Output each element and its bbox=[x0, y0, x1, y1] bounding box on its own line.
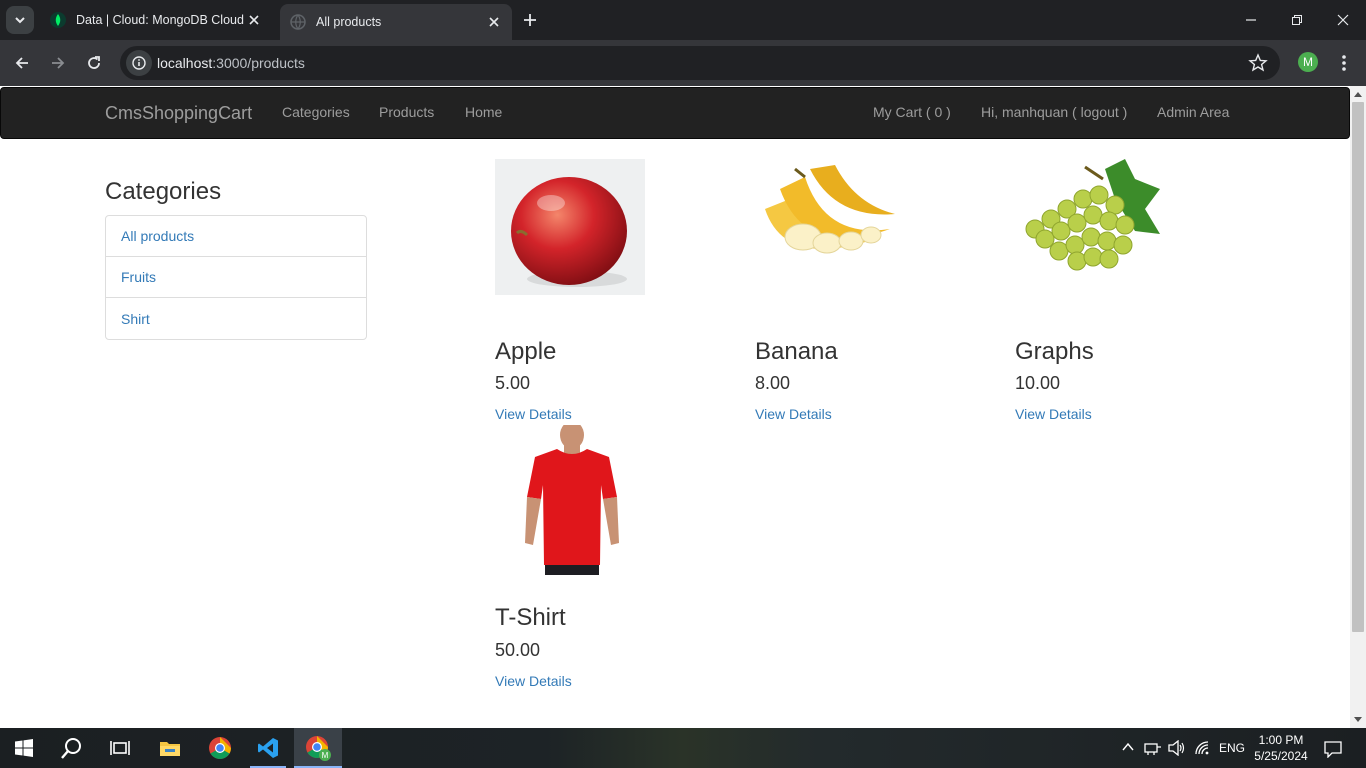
language-indicator[interactable]: ENG bbox=[1219, 741, 1245, 755]
close-icon bbox=[1337, 14, 1349, 26]
view-details-link[interactable]: View Details bbox=[495, 406, 572, 422]
product-price: 50.00 bbox=[495, 640, 541, 660]
task-view-icon bbox=[110, 741, 130, 755]
tab-all-products[interactable]: All products bbox=[280, 4, 512, 40]
browser-toolbar: localhost:3000/products M bbox=[0, 40, 1366, 86]
folder-icon bbox=[160, 742, 180, 756]
plus-icon bbox=[524, 14, 536, 26]
clock-date: 5/25/2024 bbox=[1254, 749, 1308, 763]
category-fruits[interactable]: Fruits bbox=[106, 257, 366, 298]
chevron-up-icon[interactable] bbox=[1122, 742, 1134, 752]
restore-button[interactable] bbox=[1274, 0, 1320, 40]
red-tshirt-image[interactable] bbox=[495, 425, 645, 575]
categories-heading: Categories bbox=[105, 178, 222, 205]
site-info-button[interactable] bbox=[126, 50, 152, 76]
user-logout-link[interactable]: Hi, manhquan ( logout ) bbox=[981, 104, 1127, 120]
view-details-link[interactable]: View Details bbox=[495, 673, 572, 689]
view-details-link[interactable]: View Details bbox=[1015, 406, 1092, 422]
mongodb-leaf-icon bbox=[50, 12, 66, 28]
windows-logo-icon bbox=[15, 739, 33, 757]
product-price: 5.00 bbox=[495, 373, 531, 393]
product-name: Graphs bbox=[1015, 338, 1094, 365]
scroll-up-arrow-icon[interactable] bbox=[1354, 92, 1362, 97]
category-all-products[interactable]: All products bbox=[106, 216, 366, 257]
category-shirt[interactable]: Shirt bbox=[106, 298, 366, 339]
product-name: Apple bbox=[495, 338, 557, 365]
arrow-right-icon bbox=[52, 57, 65, 69]
vscode-icon bbox=[258, 738, 278, 758]
info-icon bbox=[132, 56, 146, 70]
my-cart-link[interactable]: My Cart ( 0 ) bbox=[873, 104, 951, 120]
product-price: 8.00 bbox=[755, 373, 791, 393]
nav-products-link[interactable]: Products bbox=[379, 104, 434, 120]
chrome-button[interactable] bbox=[196, 728, 244, 768]
arrow-left-icon bbox=[15, 57, 28, 69]
view-details-link[interactable]: View Details bbox=[755, 406, 832, 422]
minimize-icon bbox=[1246, 19, 1256, 21]
chrome-profile-button[interactable]: M bbox=[294, 728, 342, 768]
product-name: Banana bbox=[755, 338, 838, 365]
nav-categories-link[interactable]: Categories bbox=[282, 104, 350, 120]
apple-image[interactable] bbox=[495, 159, 645, 295]
new-tab-button[interactable] bbox=[518, 8, 542, 32]
notifications-icon[interactable] bbox=[1324, 740, 1342, 758]
bookmark-star-icon[interactable] bbox=[1248, 53, 1268, 73]
profile-avatar[interactable]: M bbox=[1298, 52, 1318, 72]
search-icon bbox=[61, 738, 81, 759]
svg-text:M: M bbox=[322, 751, 329, 760]
close-window-button[interactable] bbox=[1320, 0, 1366, 40]
page-scrollbar[interactable] bbox=[1350, 86, 1366, 728]
minimize-button[interactable] bbox=[1228, 0, 1274, 40]
chrome-profile-icon: M bbox=[306, 736, 331, 761]
search-button[interactable] bbox=[48, 728, 96, 768]
nav-home-link[interactable]: Home bbox=[465, 104, 502, 120]
scroll-down-arrow-icon[interactable] bbox=[1354, 717, 1362, 722]
category-list: All products Fruits Shirt bbox=[105, 215, 367, 340]
tab-title: Data | Cloud: MongoDB Cloud bbox=[76, 13, 244, 27]
reload-button[interactable] bbox=[80, 49, 108, 77]
page-viewport: CmsShoppingCart Categories Products Home… bbox=[0, 86, 1350, 728]
banana-image[interactable] bbox=[755, 159, 905, 295]
tab-search-button[interactable] bbox=[6, 6, 34, 34]
chrome-icon bbox=[209, 737, 231, 759]
product-name: T-Shirt bbox=[495, 604, 566, 631]
scroll-thumb[interactable] bbox=[1352, 102, 1364, 632]
task-view-button[interactable] bbox=[96, 728, 144, 768]
admin-area-link[interactable]: Admin Area bbox=[1157, 104, 1229, 120]
tab-mongodb[interactable]: Data | Cloud: MongoDB Cloud bbox=[40, 4, 272, 36]
wifi-icon[interactable] bbox=[1194, 740, 1210, 756]
network-icon[interactable] bbox=[1144, 740, 1162, 756]
reload-icon bbox=[88, 56, 100, 69]
start-button[interactable] bbox=[0, 728, 48, 768]
grapes-image[interactable] bbox=[1015, 159, 1165, 295]
menu-dots-icon[interactable] bbox=[1336, 53, 1352, 73]
globe-icon bbox=[290, 14, 306, 30]
tab-title: All products bbox=[316, 15, 382, 29]
product-price: 10.00 bbox=[1015, 373, 1061, 393]
restore-icon bbox=[1292, 15, 1302, 25]
vscode-button[interactable] bbox=[244, 728, 292, 768]
url-text[interactable]: localhost:3000/products bbox=[157, 55, 305, 71]
file-explorer-button[interactable] bbox=[146, 728, 194, 768]
clock-time: 1:00 PM bbox=[1258, 733, 1304, 747]
back-button[interactable] bbox=[8, 49, 36, 77]
browser-tab-strip: Data | Cloud: MongoDB Cloud All products bbox=[0, 0, 1366, 40]
site-navbar: CmsShoppingCart Categories Products Home… bbox=[0, 87, 1350, 139]
chevron-down-icon bbox=[15, 17, 25, 24]
address-bar[interactable]: localhost:3000/products bbox=[120, 46, 1280, 80]
close-tab-icon[interactable] bbox=[486, 14, 502, 30]
close-tab-icon[interactable] bbox=[246, 12, 262, 28]
brand-link[interactable]: CmsShoppingCart bbox=[105, 103, 252, 124]
windows-taskbar: M ENG 1:00 PM 5/25/2024 bbox=[0, 728, 1366, 768]
forward-button[interactable] bbox=[44, 49, 72, 77]
volume-icon[interactable] bbox=[1168, 740, 1186, 756]
clock[interactable]: 1:00 PM 5/25/2024 bbox=[1250, 732, 1312, 764]
